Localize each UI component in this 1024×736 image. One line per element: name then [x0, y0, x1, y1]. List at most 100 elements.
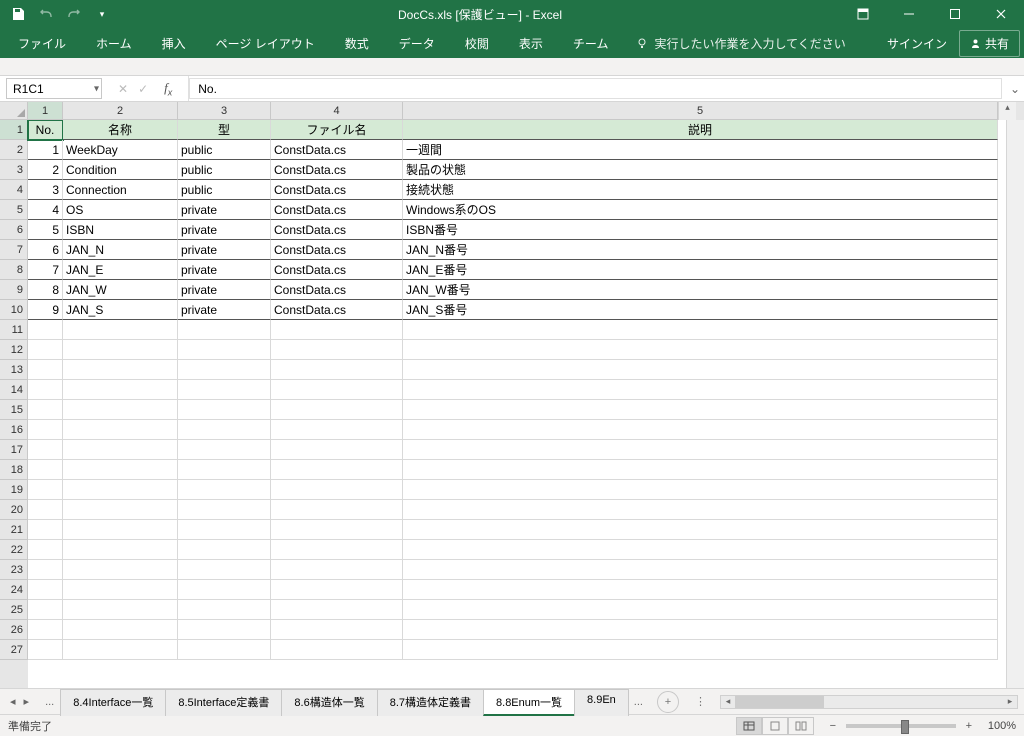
cell[interactable]: 型 — [178, 120, 271, 140]
cell[interactable] — [271, 440, 403, 460]
col-header[interactable]: 5 — [403, 102, 998, 120]
cell[interactable] — [271, 600, 403, 620]
cell[interactable] — [28, 320, 63, 340]
scroll-left-icon[interactable]: ◂ — [721, 696, 735, 707]
cell[interactable]: ConstData.cs — [271, 140, 403, 160]
cell[interactable] — [28, 580, 63, 600]
sheet-tab[interactable]: 8.8Enum一覧 — [483, 689, 575, 716]
cell[interactable]: Condition — [63, 160, 178, 180]
sheet-overflow-left[interactable]: ... — [39, 696, 60, 708]
cell[interactable] — [28, 600, 63, 620]
cell[interactable]: private — [178, 200, 271, 220]
cell[interactable] — [271, 520, 403, 540]
cell[interactable]: ConstData.cs — [271, 280, 403, 300]
cell[interactable]: 9 — [28, 300, 63, 320]
cell[interactable] — [63, 580, 178, 600]
cell[interactable]: ConstData.cs — [271, 260, 403, 280]
row-header[interactable]: 6 — [0, 220, 28, 240]
row-header[interactable]: 26 — [0, 620, 28, 640]
cell[interactable]: 一週間 — [403, 140, 998, 160]
cell[interactable] — [271, 380, 403, 400]
cell[interactable]: 8 — [28, 280, 63, 300]
maximize-button[interactable] — [932, 0, 978, 28]
name-box[interactable]: R1C1 ▾ — [6, 78, 102, 99]
cell[interactable]: ConstData.cs — [271, 200, 403, 220]
row-header[interactable]: 14 — [0, 380, 28, 400]
row-header[interactable]: 25 — [0, 600, 28, 620]
add-sheet-button[interactable]: + — [657, 691, 679, 713]
cell[interactable]: 2 — [28, 160, 63, 180]
view-pagebreak-icon[interactable] — [788, 717, 814, 735]
formula-expand-icon[interactable]: ⌄ — [1006, 76, 1024, 101]
cell[interactable] — [28, 380, 63, 400]
cell[interactable]: ファイル名 — [271, 120, 403, 140]
row-header[interactable]: 24 — [0, 580, 28, 600]
cell[interactable]: ConstData.cs — [271, 220, 403, 240]
cell[interactable] — [403, 480, 998, 500]
minimize-button[interactable] — [886, 0, 932, 28]
sheet-tab[interactable]: 8.5Interface定義書 — [165, 689, 282, 716]
cell[interactable] — [178, 620, 271, 640]
row-header[interactable]: 21 — [0, 520, 28, 540]
cell[interactable] — [178, 480, 271, 500]
enter-icon[interactable]: ✓ — [138, 82, 148, 96]
cell[interactable]: JAN_N — [63, 240, 178, 260]
sheet-tab[interactable]: 8.7構造体定義書 — [377, 689, 484, 716]
cell[interactable] — [403, 560, 998, 580]
row-header[interactable]: 10 — [0, 300, 28, 320]
row-header[interactable]: 23 — [0, 560, 28, 580]
cancel-icon[interactable]: ✕ — [118, 82, 128, 96]
cell[interactable]: private — [178, 220, 271, 240]
cell[interactable] — [63, 360, 178, 380]
col-header[interactable]: 1 — [28, 102, 63, 120]
row-header[interactable]: 3 — [0, 160, 28, 180]
cell[interactable] — [271, 620, 403, 640]
cell[interactable] — [28, 560, 63, 580]
cell[interactable] — [28, 500, 63, 520]
cell[interactable]: private — [178, 260, 271, 280]
col-header[interactable]: 3 — [178, 102, 271, 120]
cell[interactable] — [271, 420, 403, 440]
cell[interactable]: No. — [28, 120, 63, 140]
tab-team[interactable]: チーム — [559, 29, 623, 58]
cell[interactable] — [271, 400, 403, 420]
cell[interactable]: JAN_S番号 — [403, 300, 998, 320]
cell[interactable]: JAN_W番号 — [403, 280, 998, 300]
cell[interactable]: ConstData.cs — [271, 300, 403, 320]
tab-pagelayout[interactable]: ページ レイアウト — [202, 29, 329, 58]
cell[interactable]: public — [178, 160, 271, 180]
cell[interactable]: JAN_S — [63, 300, 178, 320]
cells-area[interactable]: No.名称型ファイル名説明1WeekDaypublicConstData.cs一… — [28, 120, 1006, 688]
row-header[interactable]: 1 — [0, 120, 28, 140]
close-button[interactable] — [978, 0, 1024, 28]
cell[interactable]: Connection — [63, 180, 178, 200]
cell[interactable] — [271, 340, 403, 360]
cell[interactable]: private — [178, 280, 271, 300]
formula-input[interactable]: No. — [189, 78, 1002, 99]
col-header[interactable]: 4 — [271, 102, 403, 120]
cell[interactable] — [63, 420, 178, 440]
cell[interactable]: 接続状態 — [403, 180, 998, 200]
cell[interactable]: ConstData.cs — [271, 240, 403, 260]
cell[interactable]: 4 — [28, 200, 63, 220]
cell[interactable]: JAN_E — [63, 260, 178, 280]
row-header[interactable]: 2 — [0, 140, 28, 160]
cell[interactable]: ISBN番号 — [403, 220, 998, 240]
signin-link[interactable]: サインイン — [877, 29, 957, 58]
cell[interactable] — [403, 600, 998, 620]
cell[interactable] — [271, 540, 403, 560]
sheet-next-icon[interactable]: ▸ — [22, 693, 32, 710]
cell[interactable]: public — [178, 180, 271, 200]
redo-icon[interactable] — [64, 4, 84, 24]
cell[interactable] — [63, 600, 178, 620]
cell[interactable] — [403, 340, 998, 360]
tab-file[interactable]: ファイル — [4, 29, 80, 58]
zoom-value[interactable]: 100% — [988, 720, 1016, 732]
cell[interactable] — [403, 520, 998, 540]
tab-home[interactable]: ホーム — [82, 29, 146, 58]
tab-formulas[interactable]: 数式 — [331, 29, 383, 58]
row-header[interactable]: 15 — [0, 400, 28, 420]
cell[interactable]: ConstData.cs — [271, 160, 403, 180]
cell[interactable]: Windows系のOS — [403, 200, 998, 220]
cell[interactable]: 6 — [28, 240, 63, 260]
